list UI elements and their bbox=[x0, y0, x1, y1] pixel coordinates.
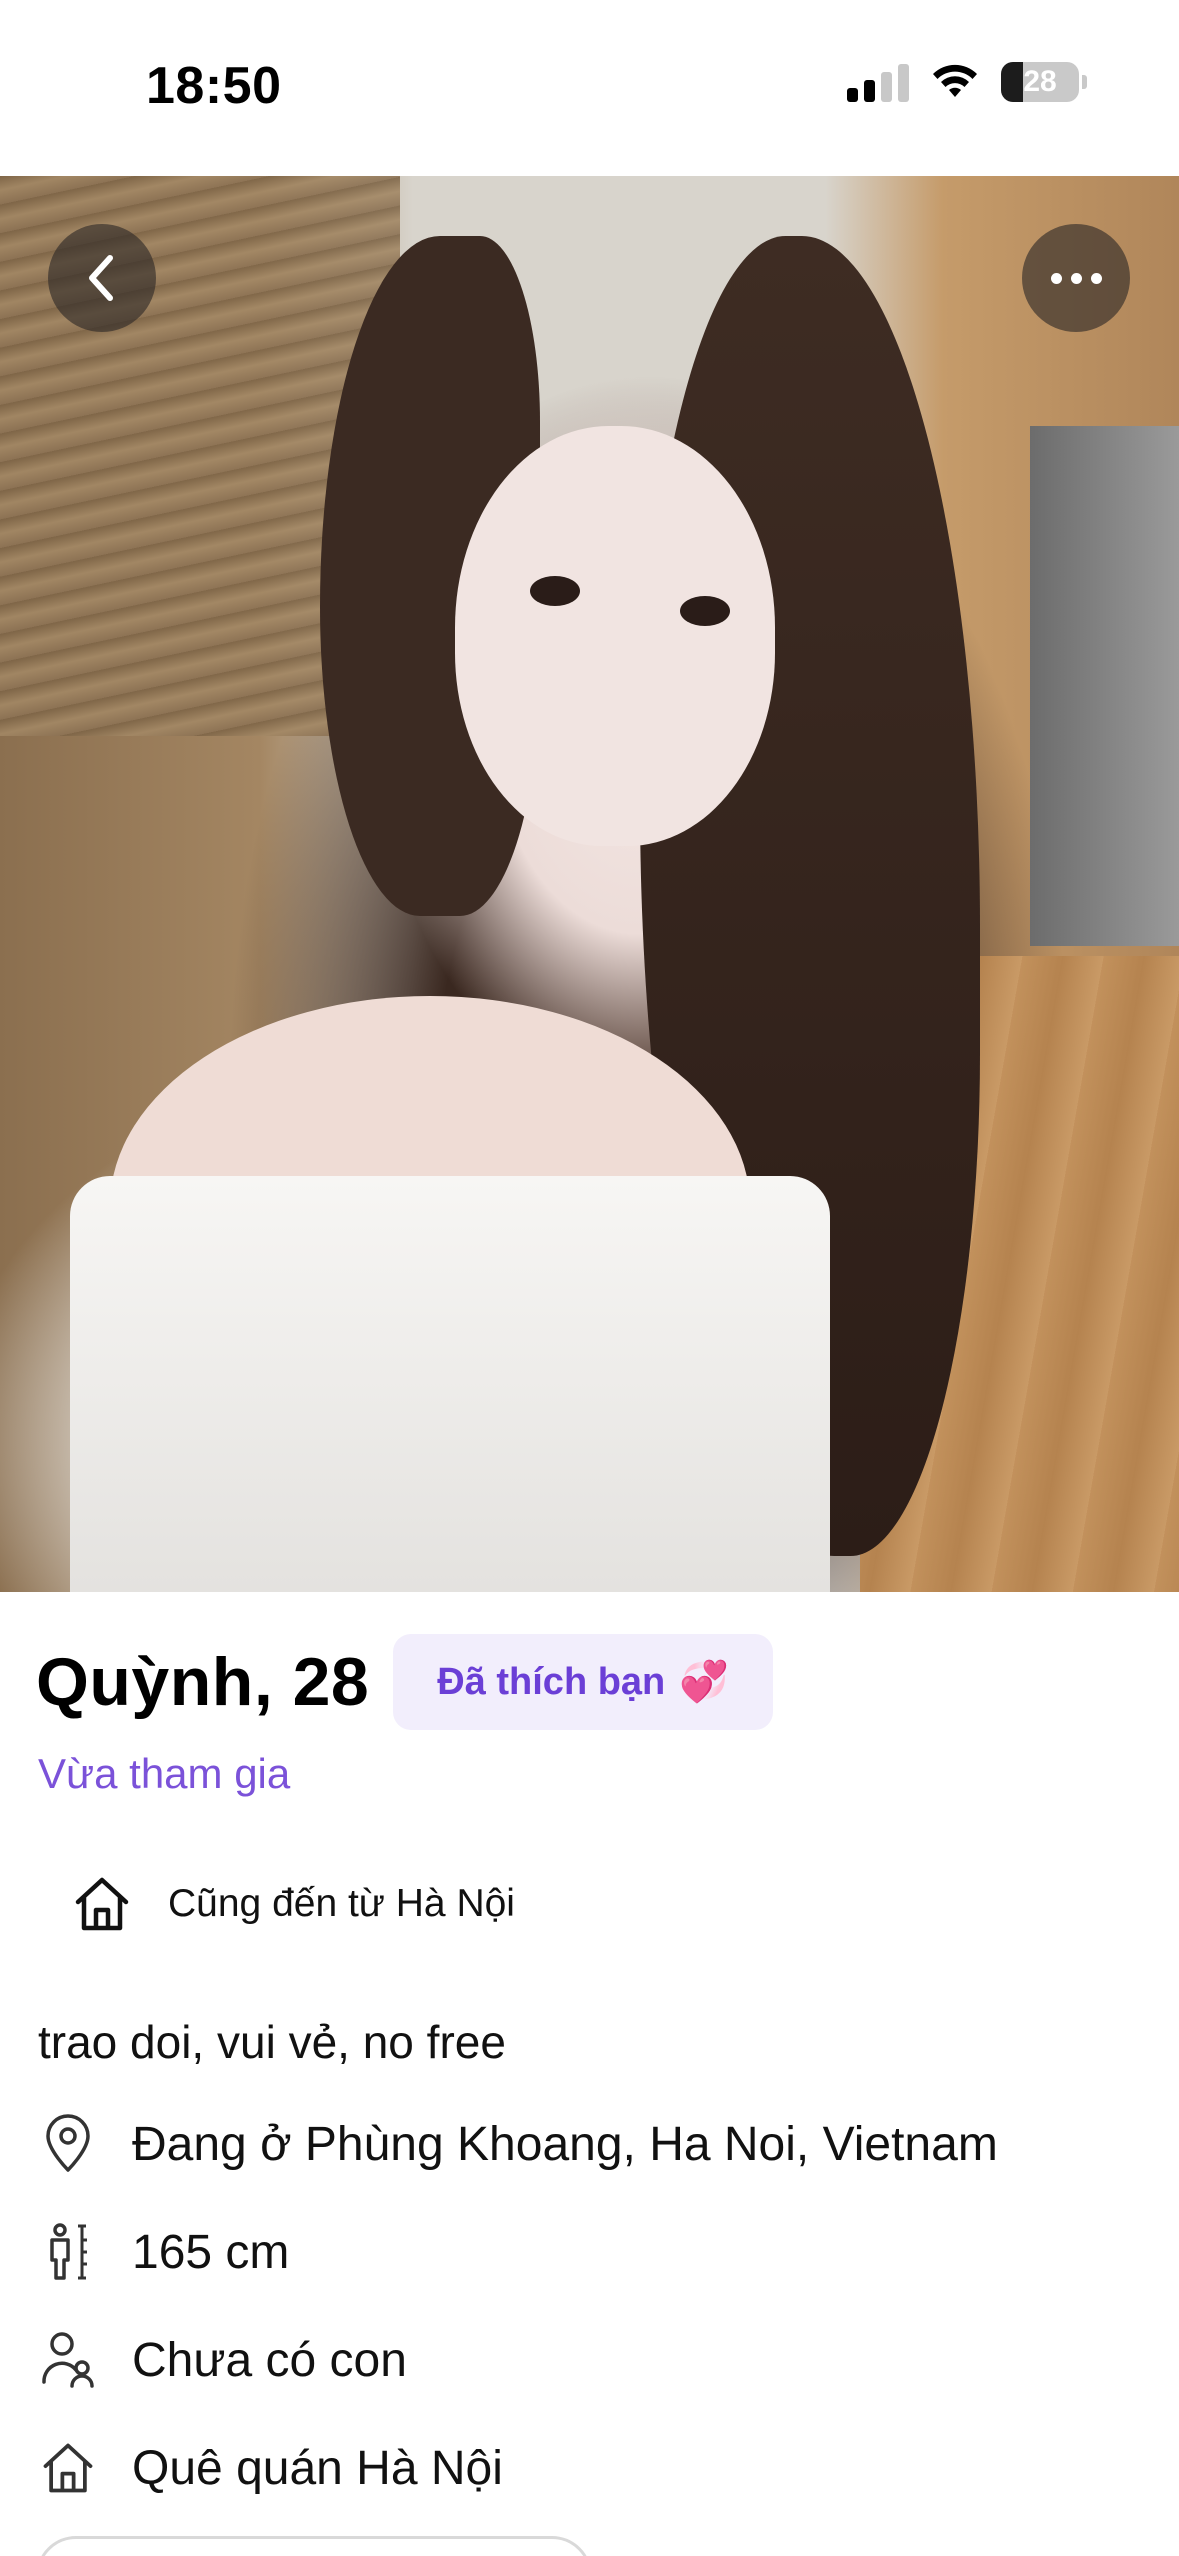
location-pin-icon bbox=[38, 2114, 98, 2174]
home-icon bbox=[38, 2438, 98, 2498]
joined-status: Vừa tham gia bbox=[38, 1750, 291, 1797]
liked-you-badge: Đã thích bạn 💞 bbox=[393, 1634, 774, 1730]
profile-bio: trao doi, vui vẻ, no free bbox=[38, 2016, 506, 2068]
shared-origin-text: Cũng đến từ Hà Nội bbox=[168, 1882, 515, 1925]
status-icons: 28 bbox=[847, 62, 1087, 102]
profile-name-age: Quỳnh, 28 bbox=[36, 1644, 370, 1720]
battery-level: 28 bbox=[1023, 65, 1057, 98]
name-row: Quỳnh, 28 Đã thích bạn 💞 bbox=[36, 1634, 774, 1730]
detail-children: Chưa có con bbox=[38, 2330, 407, 2390]
wifi-icon bbox=[933, 64, 977, 97]
bottom-action-pill[interactable] bbox=[36, 2536, 592, 2556]
chevron-left-icon bbox=[89, 255, 113, 301]
shared-origin-row: Cũng đến từ Hà Nội bbox=[70, 1872, 515, 1936]
detail-height: 165 cm bbox=[38, 2222, 289, 2282]
children-icon bbox=[38, 2330, 98, 2390]
profile-photo[interactable] bbox=[0, 176, 1179, 1592]
status-bar: 18:50 28 bbox=[0, 0, 1179, 176]
home-icon bbox=[75, 1877, 129, 1931]
more-options-button[interactable] bbox=[1022, 224, 1130, 332]
liked-badge-label: Đã thích bạn bbox=[437, 1660, 666, 1703]
more-horizontal-icon bbox=[1050, 272, 1102, 284]
cellular-signal-icon bbox=[847, 62, 909, 102]
detail-location: Đang ở Phùng Khoang, Ha Noi, Vietnam bbox=[38, 2114, 998, 2174]
status-time: 18:50 bbox=[146, 57, 282, 115]
back-button[interactable] bbox=[48, 224, 156, 332]
detail-hometown-text: Quê quán Hà Nội bbox=[132, 2441, 503, 2495]
battery-icon: 28 bbox=[1001, 62, 1087, 102]
height-icon bbox=[38, 2222, 98, 2282]
detail-location-text: Đang ở Phùng Khoang, Ha Noi, Vietnam bbox=[132, 2117, 998, 2171]
heart-emoji-icon: 💞 bbox=[679, 1660, 730, 1704]
detail-height-text: 165 cm bbox=[132, 2225, 290, 2279]
detail-children-text: Chưa có con bbox=[132, 2333, 407, 2387]
detail-hometown: Quê quán Hà Nội bbox=[38, 2438, 503, 2498]
